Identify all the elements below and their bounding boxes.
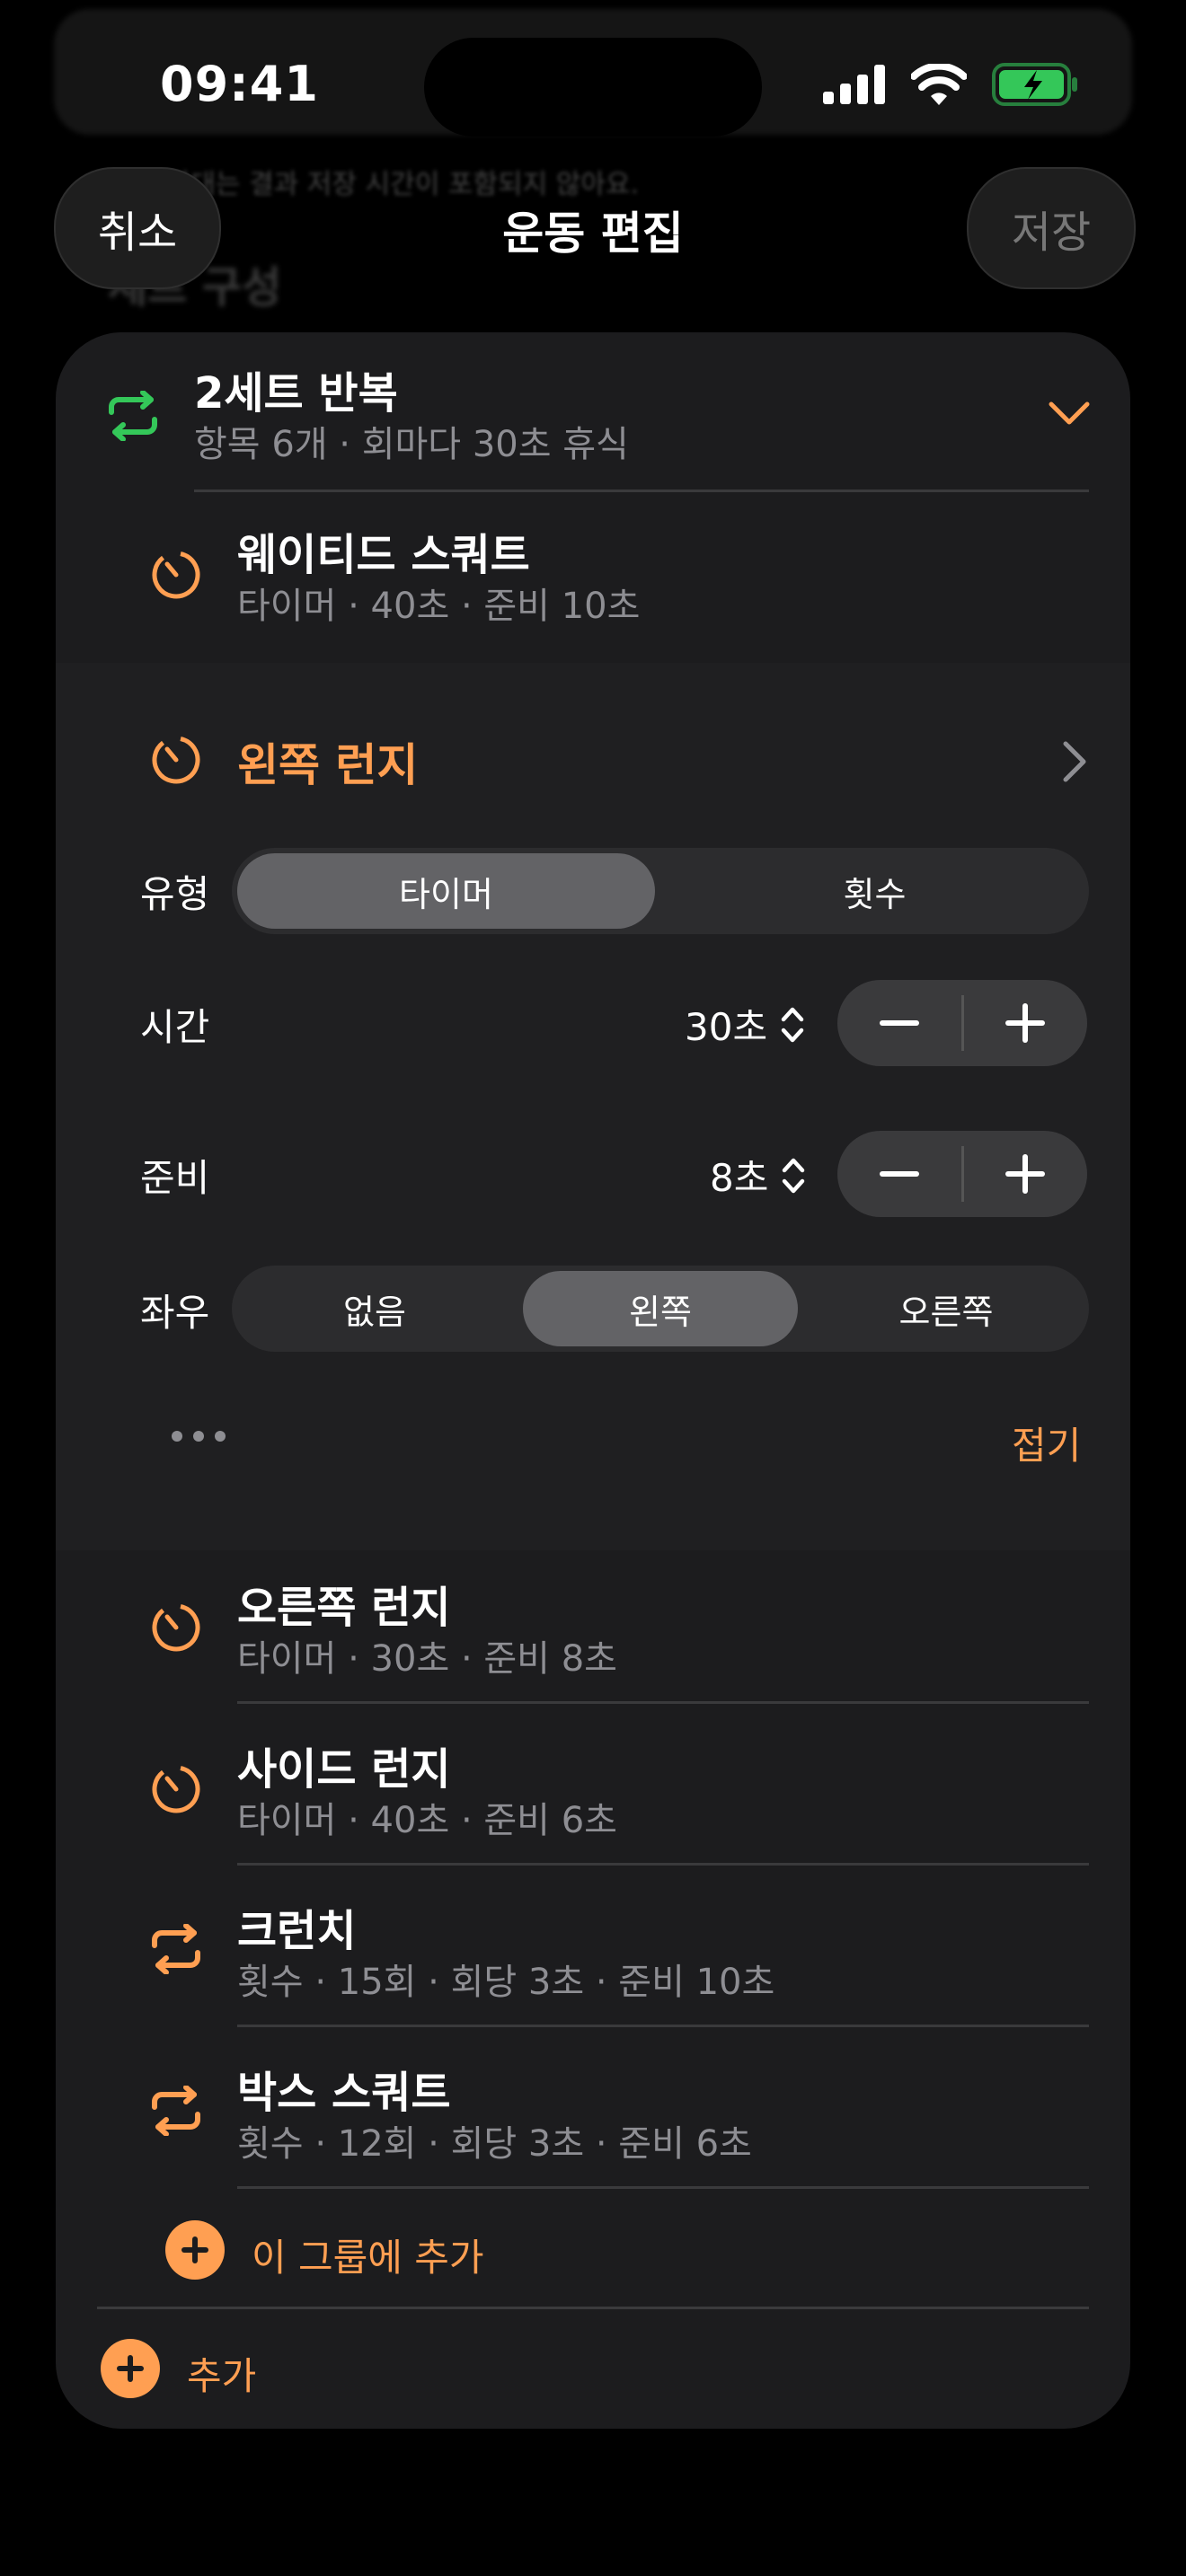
type-label: 유형 [140, 872, 210, 916]
list-item[interactable]: 크런치 횟수 · 15회 · 회당 3초 · 준비 10초 [56, 1877, 1130, 2012]
time-stepper[interactable] [837, 980, 1087, 1066]
item-detail: 횟수 · 12회 · 회당 3초 · 준비 6초 [237, 2123, 752, 2165]
editor-header[interactable]: 왼쪽 런지 [56, 710, 1130, 808]
timer-icon [152, 736, 200, 784]
side-option-none[interactable]: 없음 [237, 1271, 512, 1346]
plus-circle-icon [101, 2339, 160, 2398]
group-title: 2세트 반복 [194, 368, 398, 419]
item-name: 박스 스쿼트 [237, 2068, 451, 2118]
repeat-icon [152, 2086, 200, 2136]
dynamic-island [424, 38, 762, 137]
collapse-button[interactable]: 접기 [1012, 1416, 1081, 1470]
side-label: 좌우 [140, 1291, 210, 1335]
save-button[interactable]: 저장 [967, 167, 1136, 289]
editor-title: 왼쪽 런지 [237, 739, 419, 791]
divider [237, 1863, 1089, 1866]
item-detail: 횟수 · 15회 · 회당 3초 · 준비 10초 [237, 1962, 775, 2003]
prep-label: 준비 [140, 1156, 210, 1200]
item-name: 크런치 [237, 1906, 357, 1956]
cellular-icon [823, 65, 885, 104]
group-subtitle: 항목 6개 · 회마다 30초 휴식 [194, 424, 629, 465]
time-label: 시간 [140, 1005, 210, 1049]
plus-circle-icon [165, 2220, 225, 2280]
plus-button[interactable] [964, 980, 1088, 1066]
divider [237, 2186, 1089, 2189]
minus-button[interactable] [837, 980, 961, 1066]
divider [194, 490, 1089, 492]
minus-button[interactable] [837, 1131, 961, 1217]
add-button[interactable]: 추가 [101, 2337, 460, 2400]
side-segmented-control[interactable]: 없음 왼쪽 오른쪽 [232, 1266, 1089, 1352]
time-value: 30초 [685, 1005, 768, 1049]
divider [97, 2307, 1089, 2309]
repeat-icon [152, 1924, 200, 1974]
timer-icon [152, 1765, 200, 1813]
plus-button[interactable] [964, 1131, 1088, 1217]
chevron-down-icon[interactable] [1048, 401, 1091, 428]
chevron-right-icon[interactable] [1062, 740, 1089, 783]
wifi-icon [911, 64, 967, 105]
item-detail: 타이머 · 40초 · 준비 10초 [237, 586, 641, 627]
more-icon[interactable] [171, 1430, 226, 1442]
list-item[interactable]: 사이드 런지 타이머 · 40초 · 준비 6초 [56, 1716, 1130, 1850]
type-option-reps[interactable]: 횟수 [666, 853, 1084, 929]
group-header[interactable]: 2세트 반복 항목 6개 · 회마다 30초 휴식 [56, 350, 1130, 485]
minus-icon [879, 1171, 919, 1177]
chevron-up-down-icon [781, 1007, 804, 1042]
repeat-icon [109, 391, 157, 441]
item-name: 사이드 런지 [237, 1744, 451, 1795]
time-value-picker[interactable]: 30초 [685, 997, 805, 1052]
side-option-right[interactable]: 오른쪽 [809, 1271, 1084, 1346]
list-item[interactable]: 웨이티드 스쿼트 타이머 · 40초 · 준비 10초 [56, 503, 1130, 638]
minus-icon [879, 1020, 919, 1026]
prep-stepper[interactable] [837, 1131, 1087, 1217]
divider [237, 2025, 1089, 2027]
side-option-left[interactable]: 왼쪽 [523, 1271, 798, 1346]
status-time: 09:41 [160, 56, 319, 112]
item-name: 오른쪽 런지 [237, 1583, 451, 1633]
plus-icon [1005, 1154, 1046, 1194]
chevron-up-down-icon [783, 1158, 805, 1193]
item-name: 웨이티드 스쿼트 [237, 530, 530, 580]
list-item[interactable]: 박스 스쿼트 횟수 · 12회 · 회당 3초 · 준비 6초 [56, 2039, 1130, 2174]
battery-charging-icon [992, 63, 1077, 106]
add-label: 추가 [187, 2354, 257, 2398]
divider [237, 1701, 1089, 1704]
timer-icon [152, 551, 200, 599]
status-icons [823, 63, 1078, 106]
type-segmented-control[interactable]: 타이머 횟수 [232, 848, 1089, 934]
prep-value-picker[interactable]: 8초 [710, 1148, 806, 1203]
item-detail: 타이머 · 40초 · 준비 6초 [237, 1800, 617, 1841]
prep-value: 8초 [710, 1156, 769, 1200]
timer-icon [152, 1603, 200, 1652]
add-to-group-button[interactable]: 이 그룹에 추가 [165, 2219, 704, 2281]
list-item[interactable]: 오른쪽 런지 타이머 · 30초 · 준비 8초 [56, 1554, 1130, 1689]
plus-icon [1005, 1003, 1046, 1043]
item-detail: 타이머 · 30초 · 준비 8초 [237, 1638, 617, 1680]
type-option-timer[interactable]: 타이머 [237, 853, 655, 929]
add-to-group-label: 이 그룹에 추가 [252, 2236, 484, 2280]
